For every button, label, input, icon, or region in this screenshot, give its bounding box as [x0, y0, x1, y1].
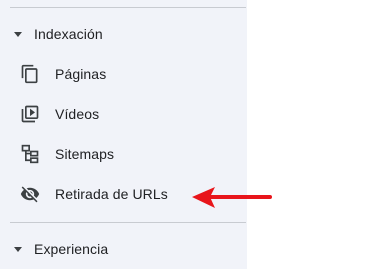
video-icon — [21, 105, 39, 123]
section-header-experiencia[interactable]: Experiencia — [0, 235, 247, 263]
divider-top — [10, 7, 246, 8]
nav-item-paginas[interactable]: Páginas — [0, 58, 247, 90]
nav-item-videos[interactable]: Vídeos — [0, 98, 247, 130]
pages-icon — [21, 64, 38, 84]
annotation-arrow-icon — [192, 187, 272, 208]
nav-label-sitemaps: Sitemaps — [55, 146, 115, 162]
visibility-off-icon — [20, 186, 40, 203]
caret-down-icon — [14, 32, 22, 37]
section-label-experiencia: Experiencia — [34, 241, 109, 257]
nav-item-sitemaps[interactable]: Sitemaps — [0, 138, 247, 170]
sitemap-icon — [21, 144, 39, 164]
section-label-indexacion: Indexación — [34, 26, 103, 42]
nav-label-videos: Vídeos — [55, 106, 100, 122]
nav-label-paginas: Páginas — [55, 66, 107, 82]
sidebar-nav: Indexación Páginas Vídeos Sitemaps Retir… — [0, 0, 247, 269]
divider-bottom — [10, 222, 246, 223]
nav-label-retirada-de-urls: Retirada de URLs — [55, 186, 168, 202]
section-header-indexacion[interactable]: Indexación — [0, 20, 247, 48]
caret-down-icon — [14, 247, 22, 252]
